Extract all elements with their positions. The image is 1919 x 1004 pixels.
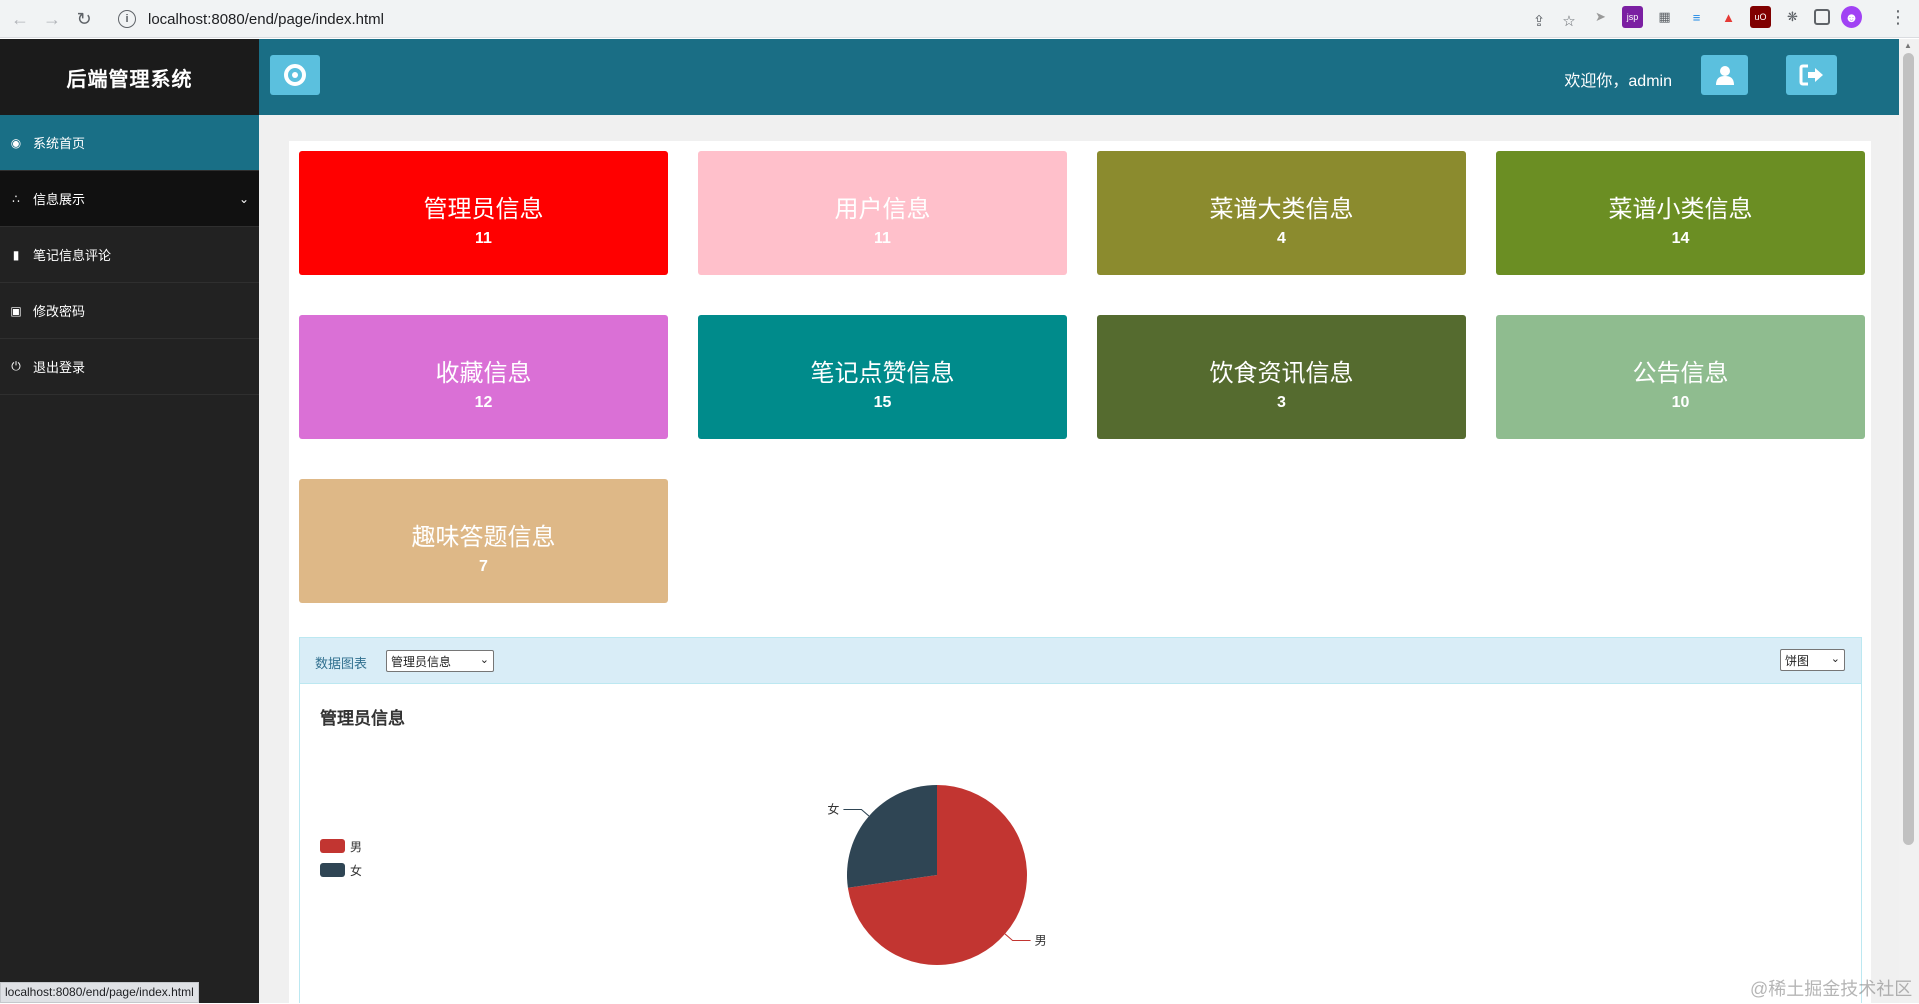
side-panel-icon[interactable] — [1814, 9, 1830, 25]
sidebar-item-change-password[interactable]: ▣ 修改密码 — [0, 283, 259, 339]
top-header: 欢迎你，admin — [259, 39, 1899, 115]
pie-chart: 男女 — [827, 785, 1047, 965]
share-icon[interactable]: ⇪ — [1528, 10, 1550, 32]
lock-icon: ▣ — [10, 303, 22, 318]
pie-slice-label-0: 男 — [1035, 933, 1047, 947]
ublock-extension-icon[interactable]: uO — [1750, 6, 1771, 28]
user-icon — [1715, 66, 1734, 85]
card-count: 14 — [1671, 230, 1690, 247]
user-profile-button[interactable] — [1701, 55, 1748, 95]
circle-dot-icon — [284, 64, 306, 86]
chart-type-select[interactable]: 饼图 ⌄ — [1780, 649, 1845, 671]
card-count: 4 — [1277, 230, 1286, 247]
sidebar-item-info-display[interactable]: ∴ 信息展示 ⌄ — [0, 171, 259, 227]
stat-card-recipe-category[interactable]: 菜谱大类信息 4 — [1097, 151, 1466, 275]
sidebar-item-label: 信息展示 — [33, 192, 86, 207]
card-count: 12 — [474, 394, 493, 411]
sidebar-item-label: 退出登录 — [33, 360, 86, 375]
puzzle-extensions-icon[interactable]: ❋ — [1782, 6, 1803, 28]
dashboard-panel: 管理员信息 11 用户信息 11 菜谱大类信息 4 菜谱小类信息 14 收藏信息… — [289, 141, 1871, 1003]
reload-icon[interactable]: ↻ — [68, 3, 100, 35]
forward-icon[interactable]: → — [36, 3, 68, 35]
scroll-up-arrow-icon[interactable]: ▲ — [1904, 41, 1912, 50]
layers-extension-icon[interactable]: ≡ — [1686, 6, 1707, 28]
chevron-down-icon: ⌄ — [238, 191, 249, 206]
welcome-text: 欢迎你，admin — [1564, 73, 1672, 90]
card-count: 11 — [475, 230, 492, 247]
card-title: 公告信息 — [1632, 360, 1729, 387]
sidebar-item-note-comments[interactable]: ▮ 笔记信息评论 — [0, 227, 259, 283]
card-title: 笔记点赞信息 — [810, 360, 955, 387]
card-title: 用户信息 — [834, 196, 931, 223]
brand-title: 后端管理系统 — [0, 39, 259, 115]
sidebar-item-logout[interactable]: ⏻ 退出登录 — [0, 339, 259, 395]
browser-toolbar: ← → ↻ i localhost:8080/end/page/index.ht… — [0, 0, 1919, 38]
chevron-down-icon: ⌄ — [479, 654, 489, 666]
cluster-icon: ∴ — [12, 191, 20, 206]
sidebar-item-label: 系统首页 — [33, 136, 86, 151]
extensions-area: ➤ jsp ▦ ≡ ▲ uO ❋ ☻ — [1590, 6, 1862, 28]
card-count: 10 — [1671, 394, 1690, 411]
logout-button[interactable] — [1786, 55, 1837, 95]
pie-slice-label-1: 女 — [827, 802, 839, 817]
stat-card-diet-news[interactable]: 饮食资讯信息 3 — [1097, 315, 1466, 439]
grid-extension-icon[interactable]: ▦ — [1654, 6, 1675, 28]
app-root: 后端管理系统 ◉ 系统首页 ∴ 信息展示 ⌄ ▮ 笔记信息评论 ▣ 修改密码 ⏻… — [0, 39, 1919, 1003]
address-bar[interactable]: i localhost:8080/end/page/index.html ⇪ ☆ — [110, 4, 1580, 34]
card-title: 菜谱小类信息 — [1608, 196, 1753, 223]
stat-card-admin[interactable]: 管理员信息 11 — [299, 151, 668, 275]
card-count: 15 — [873, 394, 892, 411]
power-icon: ⏻ — [11, 359, 21, 373]
stat-card-announcements[interactable]: 公告信息 10 — [1496, 315, 1865, 439]
watermark: @稀土掘金技术社区 — [1750, 979, 1913, 999]
card-title: 菜谱大类信息 — [1209, 196, 1354, 223]
sidebar-item-label: 笔记信息评论 — [33, 248, 112, 263]
sidebar-item-label: 修改密码 — [33, 304, 86, 319]
status-bar-url: localhost:8080/end/page/index.html — [0, 982, 199, 1003]
chevron-down-icon: ⌄ — [1830, 653, 1840, 665]
pie-slice-1[interactable] — [847, 785, 937, 888]
bookmark-star-icon[interactable]: ☆ — [1558, 10, 1580, 32]
card-title: 管理员信息 — [423, 196, 544, 223]
stat-card-quiz[interactable]: 趣味答题信息 7 — [299, 479, 668, 603]
sign-out-icon — [1799, 64, 1823, 86]
card-title: 饮食资讯信息 — [1209, 360, 1354, 387]
stat-card-user[interactable]: 用户信息 11 — [698, 151, 1067, 275]
address-url[interactable]: localhost:8080/end/page/index.html — [148, 11, 384, 28]
card-count: 7 — [479, 558, 488, 575]
card-count: 11 — [874, 230, 891, 247]
pie-label-line-1 — [843, 809, 870, 817]
stat-card-favorites[interactable]: 收藏信息 12 — [299, 315, 668, 439]
sidebar: 后端管理系统 ◉ 系统首页 ∴ 信息展示 ⌄ ▮ 笔记信息评论 ▣ 修改密码 ⏻… — [0, 39, 259, 1003]
sidebar-item-home[interactable]: ◉ 系统首页 — [0, 115, 259, 171]
site-info-icon[interactable]: i — [118, 10, 136, 28]
jsp-extension-icon[interactable]: jsp — [1622, 6, 1643, 28]
chart-data-select[interactable]: 管理员信息 ⌄ — [386, 650, 494, 672]
select-value: 管理员信息 — [391, 654, 452, 669]
main-content: 管理员信息 11 用户信息 11 菜谱大类信息 4 菜谱小类信息 14 收藏信息… — [259, 115, 1899, 1003]
chart-panel-label: 数据图表 — [315, 656, 368, 671]
chart-panel-header: 数据图表 管理员信息 ⌄ 饼图 ⌄ — [300, 638, 1861, 684]
cursor-extension-icon[interactable]: ➤ — [1590, 6, 1611, 28]
card-title: 收藏信息 — [435, 360, 532, 387]
profile-avatar-icon[interactable]: ☻ — [1841, 6, 1862, 28]
pie-label-line-0 — [1004, 933, 1031, 941]
card-title: 趣味答题信息 — [411, 524, 556, 551]
select-value: 饼图 — [1785, 653, 1810, 668]
chart-panel: 数据图表 管理员信息 ⌄ 饼图 ⌄ 管理员信息 男 女 男 女 — [299, 637, 1862, 1003]
stat-card-note-likes[interactable]: 笔记点赞信息 15 — [698, 315, 1067, 439]
file-icon: ▮ — [12, 247, 20, 262]
stat-card-recipe-subcategory[interactable]: 菜谱小类信息 14 — [1496, 151, 1865, 275]
page-scrollbar[interactable]: ▲ — [1899, 39, 1919, 1003]
more-menu-icon[interactable]: ⋮ — [1889, 7, 1907, 28]
scrollbar-thumb[interactable] — [1903, 53, 1914, 845]
back-icon[interactable]: ← — [4, 3, 36, 35]
ghost-extension-icon[interactable]: ▲ — [1718, 6, 1739, 28]
dashboard-icon: ◉ — [10, 135, 22, 150]
sidebar-toggle-button[interactable] — [270, 55, 320, 95]
card-count: 3 — [1277, 394, 1286, 411]
